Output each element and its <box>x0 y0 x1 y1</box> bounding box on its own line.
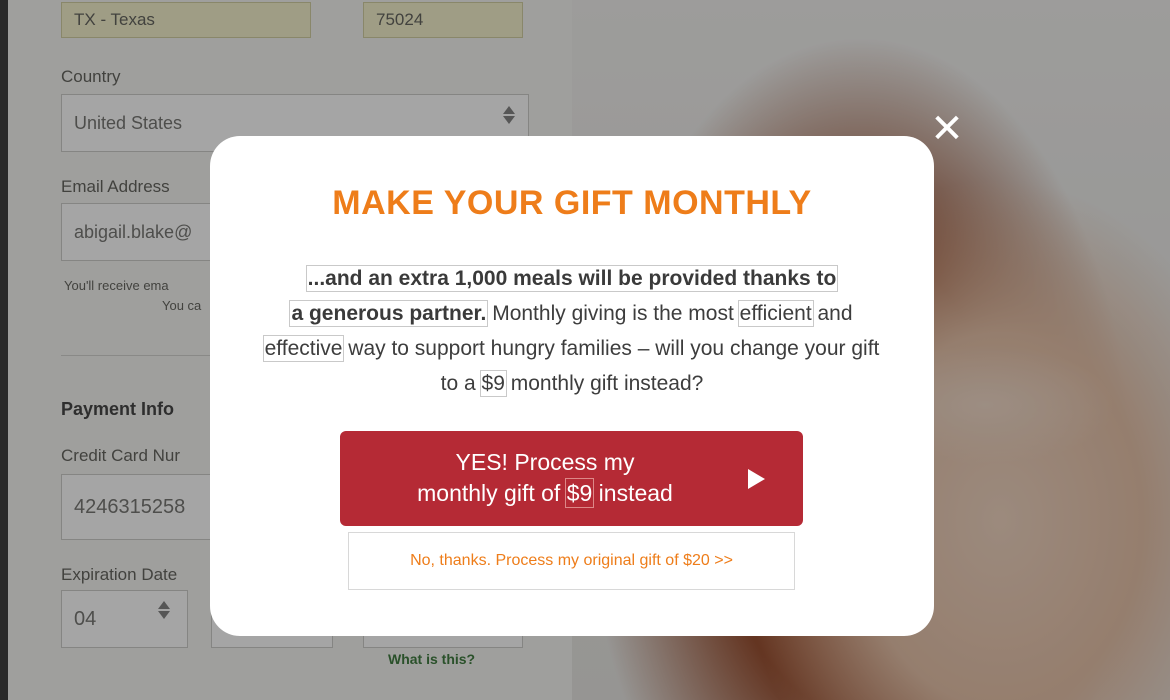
message-amount: $9 <box>479 370 507 397</box>
message-text-2: and <box>811 302 853 325</box>
message-text-4: monthly gift instead? <box>504 372 704 395</box>
no-thanks-button[interactable]: No, thanks. Process my original gift of … <box>348 532 795 590</box>
yes-button-amount: $9 <box>564 478 595 508</box>
close-icon[interactable]: ✕ <box>926 108 968 150</box>
yes-button-line-1: YES! Process my <box>455 449 635 475</box>
yes-button-line-2-prefix: monthly gift of <box>417 480 567 506</box>
word-effective: effective <box>262 335 345 362</box>
message-bold-line-2: a generous partner. <box>289 300 489 327</box>
monthly-gift-modal: MAKE YOUR GIFT MONTHLY ...and an extra 1… <box>210 136 934 636</box>
message-bold-line-1: ...and an extra 1,000 meals will be prov… <box>305 265 839 292</box>
yes-button-line-2-suffix: instead <box>592 480 673 506</box>
yes-monthly-gift-button[interactable]: YES! Process my monthly gift of $9 inste… <box>340 431 803 526</box>
modal-title: MAKE YOUR GIFT MONTHLY <box>332 184 812 222</box>
word-efficient: efficient <box>737 300 814 327</box>
modal-message: ...and an extra 1,000 meals will be prov… <box>254 261 890 401</box>
message-text-1: Monthly giving is the most <box>486 302 740 325</box>
play-arrow-icon <box>748 469 765 489</box>
yes-button-text: YES! Process my monthly gift of $9 inste… <box>380 447 710 509</box>
